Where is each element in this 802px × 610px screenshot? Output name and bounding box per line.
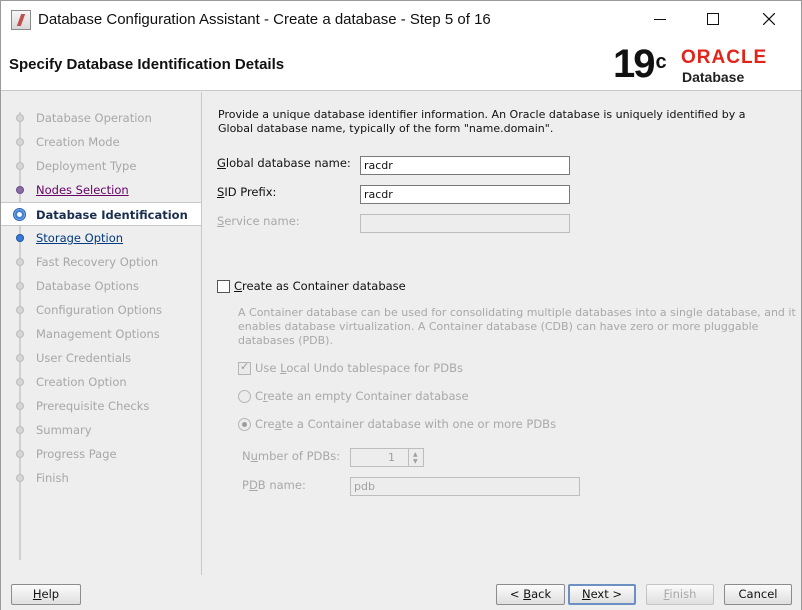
step-label: User Credentials — [36, 351, 132, 365]
step-dot-icon — [16, 378, 24, 386]
container-db-description: A Container database can be used for con… — [238, 306, 796, 347]
step-dot-icon — [16, 114, 24, 122]
minimize-button[interactable] — [637, 1, 683, 38]
oracle-product-name: Database — [682, 69, 745, 85]
local-undo-label[interactable]: Use Local Undo tablespace for PDBs — [255, 361, 463, 375]
service-name-input[interactable] — [360, 214, 570, 233]
sid-prefix-label: SID Prefix: — [217, 185, 277, 199]
step-database-operation: Database Operation — [1, 106, 201, 130]
step-user-credentials: User Credentials — [1, 346, 201, 370]
finish-button[interactable]: Finish — [646, 584, 714, 605]
back-button[interactable]: < Back — [496, 584, 565, 605]
step-progress-page: Progress Page — [1, 442, 201, 466]
step-finish: Finish — [1, 466, 201, 490]
cancel-button[interactable]: Cancel — [724, 584, 792, 605]
step-dot-icon — [16, 162, 24, 170]
step-creation-option: Creation Option — [1, 370, 201, 394]
maximize-icon — [707, 13, 719, 25]
step-dot-icon — [16, 330, 24, 338]
close-button[interactable] — [746, 1, 792, 38]
main-content: Provide a unique database identifier inf… — [203, 92, 801, 575]
step-deployment-type: Deployment Type — [1, 154, 201, 178]
next-button[interactable]: Next > — [568, 584, 636, 605]
wizard-footer: Help < Back Next > Finish Cancel — [1, 576, 801, 610]
step-label: Management Options — [36, 327, 160, 341]
step-label: Finish — [36, 471, 69, 485]
step-label: Database Options — [36, 279, 139, 293]
step-label: Progress Page — [36, 447, 117, 461]
global-db-name-input[interactable] — [360, 156, 570, 175]
step-dot-icon — [16, 474, 24, 482]
help-button[interactable]: Help — [11, 584, 81, 605]
num-pdbs-spinner-arrows[interactable]: ▲ ▼ — [408, 448, 424, 467]
step-fast-recovery-option: Fast Recovery Option — [1, 250, 201, 274]
step-configuration-options: Configuration Options — [1, 298, 201, 322]
pdb-name-label: PDB name: — [242, 478, 306, 492]
title-bar: Database Configuration Assistant - Creat… — [1, 1, 801, 38]
step-dot-icon — [16, 186, 24, 194]
step-dot-icon — [16, 258, 24, 266]
service-name-label: Service name: — [217, 214, 300, 228]
step-database-options: Database Options — [1, 274, 201, 298]
step-label: Fast Recovery Option — [36, 255, 159, 269]
step-label: Summary — [36, 423, 92, 437]
sid-prefix-input[interactable] — [360, 185, 570, 204]
wizard-steps-nav: Database Operation Creation Mode Deploym… — [1, 92, 202, 575]
pdb-name-input[interactable]: pdb — [350, 477, 580, 496]
close-icon — [763, 13, 775, 25]
step-storage-option[interactable]: Storage Option — [1, 226, 201, 250]
step-label: Deployment Type — [36, 159, 137, 173]
oracle-brand-logo: ORACLE — [681, 47, 768, 68]
num-pdbs-spinner[interactable]: 1 — [350, 448, 410, 467]
maximize-button[interactable] — [690, 1, 736, 38]
global-db-name-label: Global database name: — [217, 156, 351, 170]
step-label: Prerequisite Checks — [36, 399, 150, 413]
version-number: 19 — [613, 42, 655, 86]
dbca-window: Database Configuration Assistant - Creat… — [0, 0, 802, 610]
step-label: Creation Option — [36, 375, 127, 389]
dbca-app-icon — [11, 10, 31, 30]
empty-cdb-label[interactable]: Create an empty Container database — [255, 389, 469, 403]
page-title: Specify Database Identification Details — [9, 56, 285, 73]
num-pdbs-label: Number of PDBs: — [242, 449, 341, 463]
container-db-checkbox[interactable] — [217, 280, 230, 293]
wizard-header: Specify Database Identification Details … — [1, 38, 801, 91]
step-label[interactable]: Storage Option — [36, 231, 123, 245]
step-dot-icon — [16, 138, 24, 146]
step-nodes-selection[interactable]: Nodes Selection — [1, 178, 201, 202]
step-dot-icon — [16, 426, 24, 434]
empty-cdb-radio[interactable] — [238, 390, 251, 403]
step-label[interactable]: Nodes Selection — [36, 183, 129, 197]
step-dot-icon — [16, 282, 24, 290]
step-label: Creation Mode — [36, 135, 120, 149]
container-db-checkbox-label[interactable]: Create as Container database — [234, 279, 406, 293]
step-summary: Summary — [1, 418, 201, 442]
step-label: Database Identification — [36, 208, 188, 222]
window-title: Database Configuration Assistant - Creat… — [38, 11, 491, 28]
step-dot-icon — [16, 450, 24, 458]
oracle-version-logo: 19 c — [613, 43, 667, 85]
step-creation-mode: Creation Mode — [1, 130, 201, 154]
step-label: Database Operation — [36, 111, 152, 125]
spin-down-icon[interactable]: ▼ — [413, 459, 418, 465]
step-prerequisite-checks: Prerequisite Checks — [1, 394, 201, 418]
step-management-options: Management Options — [1, 322, 201, 346]
step-database-identification: Database Identification — [1, 202, 201, 226]
current-step-icon — [13, 208, 26, 221]
cdb-with-pdbs-label[interactable]: Create a Container database with one or … — [255, 417, 556, 431]
version-suffix: c — [655, 51, 667, 73]
local-undo-checkbox[interactable] — [238, 360, 251, 375]
step-dot-icon — [16, 234, 24, 242]
step-label: Configuration Options — [36, 303, 163, 317]
minimize-icon — [654, 19, 666, 20]
step-dot-icon — [16, 306, 24, 314]
cdb-with-pdbs-radio[interactable] — [238, 418, 251, 431]
step-dot-icon — [16, 402, 24, 410]
page-description: Provide a unique database identifier inf… — [218, 108, 746, 135]
step-dot-icon — [16, 354, 24, 362]
